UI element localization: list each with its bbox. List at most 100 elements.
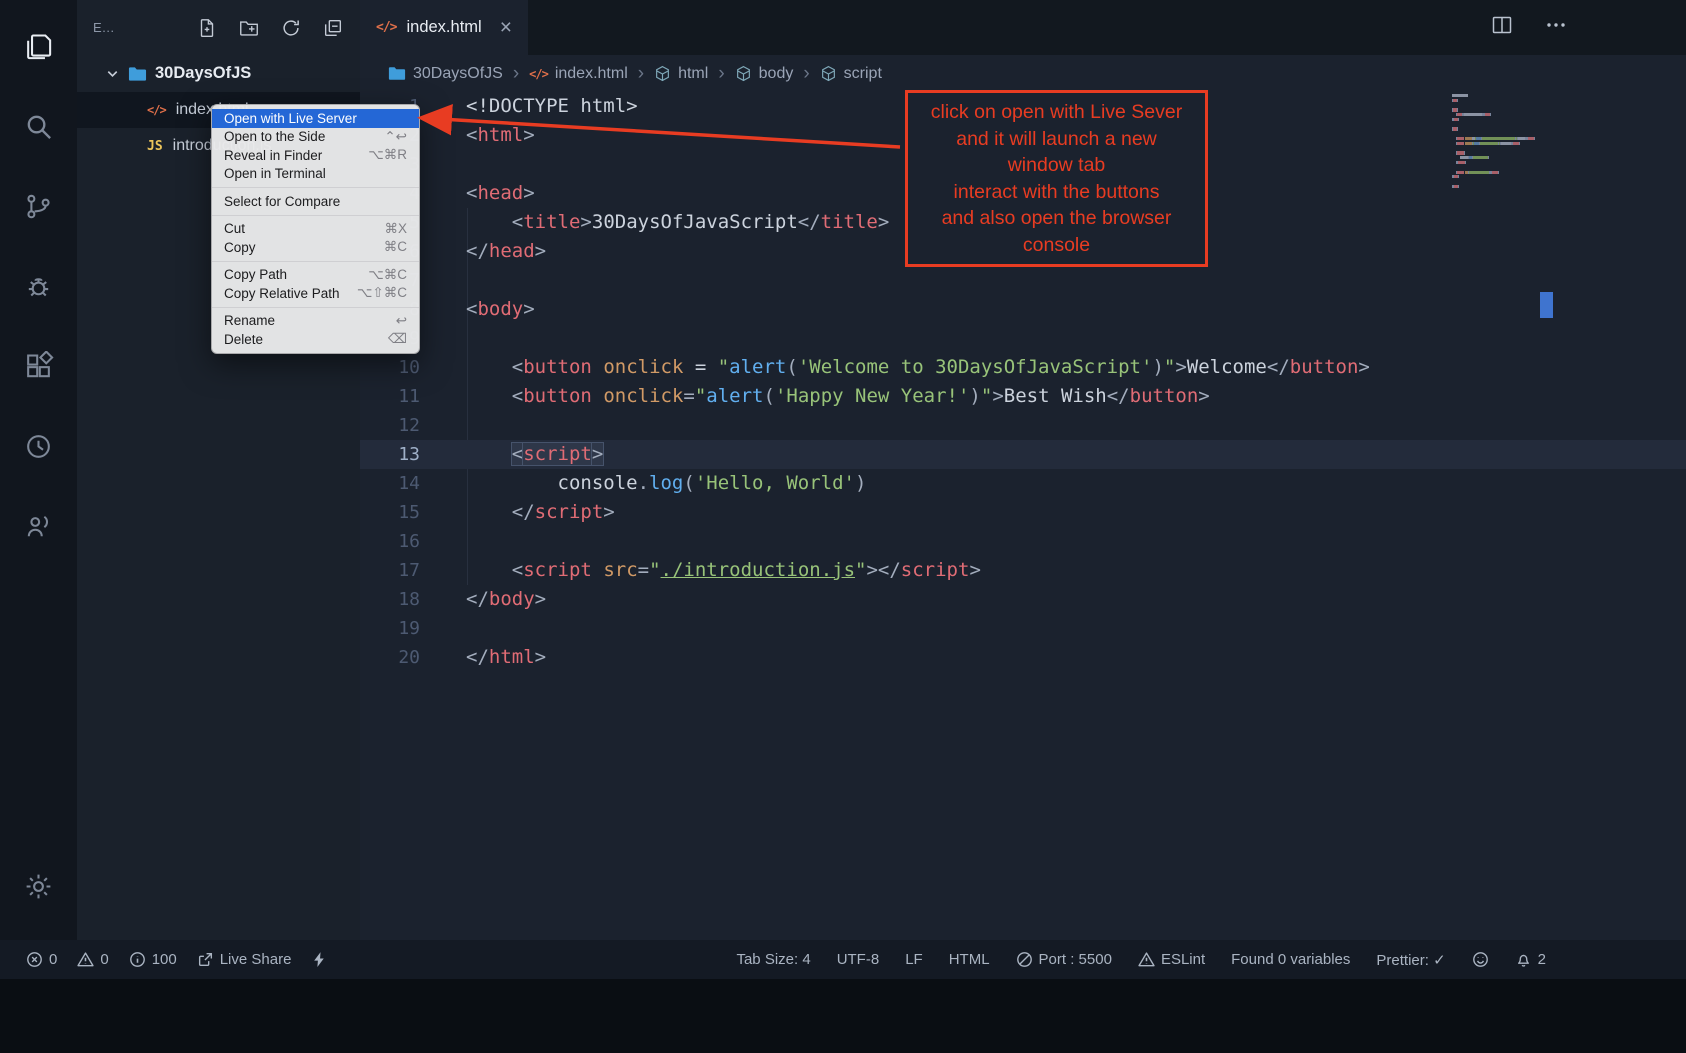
editor-actions	[1490, 13, 1568, 37]
breadcrumb-item-30daysofjs[interactable]: 30DaysOfJS	[388, 65, 503, 83]
breadcrumb-label: 30DaysOfJS	[413, 65, 503, 83]
breadcrumb-item-index-html[interactable]: </>index.html	[529, 65, 628, 83]
minimap[interactable]	[1452, 94, 1544, 190]
code-line-14[interactable]: 14 console.log('Hello, World')	[360, 469, 1686, 498]
code-line-7[interactable]: 7	[360, 266, 1686, 295]
breadcrumb-separator: ›	[513, 63, 519, 85]
status-found-0-variables[interactable]: Found 0 variables	[1231, 951, 1350, 968]
code-line-8[interactable]: 8<body>	[360, 295, 1686, 324]
status-label: 0	[100, 951, 108, 968]
code-line-19[interactable]: 19	[360, 614, 1686, 643]
code-line-9[interactable]: 9	[360, 324, 1686, 353]
code-line-12[interactable]: 12	[360, 411, 1686, 440]
status-tab-size-4[interactable]: Tab Size: 4	[736, 951, 810, 968]
annotation-line: console	[912, 232, 1201, 259]
breadcrumb-label: index.html	[555, 65, 628, 83]
collapse-all-icon[interactable]	[322, 17, 344, 39]
annotation-line: click on open with Live Sever	[912, 99, 1201, 126]
menu-item-copy-relative-path[interactable]: Copy Relative Path⌥⇧⌘C	[212, 284, 419, 303]
menu-item-rename[interactable]: Rename↩	[212, 312, 419, 331]
code-line-17[interactable]: 17 <script src="./introduction.js"></scr…	[360, 556, 1686, 585]
status-smiley[interactable]	[1472, 951, 1489, 968]
breadcrumb-item-html[interactable]: html	[654, 65, 708, 83]
status-label: Prettier: ✓	[1376, 951, 1445, 969]
annotation-line: window tab	[912, 152, 1201, 179]
run-debug-icon	[23, 271, 54, 302]
tab-bar: </> index.html ×	[360, 0, 1686, 55]
split-editor-icon[interactable]	[1490, 13, 1514, 37]
activity-settings-button[interactable]	[0, 846, 77, 926]
menu-separator	[212, 261, 419, 262]
activity-extensions-button[interactable]	[0, 326, 77, 406]
activity-live-share-button[interactable]	[0, 486, 77, 566]
code-line-18[interactable]: 18</body>	[360, 585, 1686, 614]
source-control-icon	[23, 191, 54, 222]
explorer-actions	[196, 17, 344, 39]
menu-item-shortcut: ⌃↩	[384, 129, 407, 145]
line-number: 10	[360, 353, 420, 382]
status-eslint[interactable]: ESLint	[1138, 951, 1205, 968]
menu-item-reveal-in-finder[interactable]: Reveal in Finder⌥⌘R	[212, 146, 419, 165]
menu-item-shortcut: ⌥⌘C	[368, 267, 407, 283]
line-content: <html>	[420, 121, 535, 150]
menu-item-select-for-compare[interactable]: Select for Compare	[212, 192, 419, 211]
breadcrumb-label: script	[844, 65, 882, 83]
code-line-13[interactable]: 13 <script>	[360, 440, 1686, 469]
status-utf-8[interactable]: UTF-8	[837, 951, 880, 968]
menu-item-copy[interactable]: Copy⌘C	[212, 238, 419, 257]
line-content	[420, 411, 466, 440]
menu-item-open-to-the-side[interactable]: Open to the Side⌃↩	[212, 128, 419, 147]
status-100[interactable]: 100	[129, 951, 177, 968]
menu-item-open-in-terminal[interactable]: Open in Terminal	[212, 165, 419, 184]
activity-search-button[interactable]	[0, 86, 77, 166]
breadcrumb-separator: ›	[638, 63, 644, 85]
status-0[interactable]: 0	[26, 951, 57, 968]
tab-index-html[interactable]: </> index.html ×	[360, 0, 528, 55]
folder-icon	[388, 66, 406, 81]
minimap-line	[1452, 166, 1544, 169]
annotation-box: click on open with Live Severand it will…	[905, 90, 1208, 267]
status-live-share[interactable]: Live Share	[197, 951, 292, 968]
code-line-11[interactable]: 11 <button onclick="alert('Happy New Yea…	[360, 382, 1686, 411]
menu-item-delete[interactable]: Delete⌫	[212, 330, 419, 349]
annotation-line: and also open the browser	[912, 205, 1201, 232]
live-share-icon	[23, 511, 54, 542]
activity-explorer-button[interactable]	[0, 6, 77, 86]
breadcrumb-item-script[interactable]: script	[820, 65, 882, 83]
breadcrumb-item-body[interactable]: body	[735, 65, 794, 83]
menu-item-copy-path[interactable]: Copy Path⌥⌘C	[212, 266, 419, 285]
tab-close-icon[interactable]: ×	[500, 17, 512, 38]
more-actions-icon[interactable]	[1544, 13, 1568, 37]
status-0[interactable]: 0	[77, 951, 108, 968]
status-label: 2	[1538, 951, 1546, 968]
breadcrumb-separator: ›	[718, 63, 724, 85]
new-file-icon[interactable]	[196, 17, 218, 39]
status-bar: 0 0 100 Live Share Tab Size: 4 UTF-8 LF HTML Po…	[0, 940, 1686, 979]
status-lf[interactable]: LF	[905, 951, 923, 968]
code-line-16[interactable]: 16	[360, 527, 1686, 556]
code-line-10[interactable]: 10 <button onclick = "alert('Welcome to …	[360, 353, 1686, 382]
status-port-5500[interactable]: Port : 5500	[1016, 951, 1112, 968]
minimap-line	[1452, 147, 1544, 150]
code-line-15[interactable]: 15 </script>	[360, 498, 1686, 527]
scrollbar-marker	[1540, 292, 1553, 318]
line-content: </head>	[420, 237, 546, 266]
menu-item-shortcut: ⌥⌘R	[368, 147, 407, 163]
status-html[interactable]: HTML	[949, 951, 990, 968]
menu-item-label: Delete	[224, 332, 263, 347]
menu-item-shortcut: ⌥⇧⌘C	[357, 285, 407, 301]
folder-row-30daysofjs[interactable]: 30DaysOfJS	[77, 55, 360, 92]
settings-icon	[23, 871, 54, 902]
status-bolt[interactable]	[311, 951, 328, 968]
status-2[interactable]: 2	[1515, 951, 1546, 968]
activity-history-button[interactable]	[0, 406, 77, 486]
activity-source-control-button[interactable]	[0, 166, 77, 246]
menu-item-shortcut: ⌘C	[384, 239, 407, 255]
menu-item-cut[interactable]: Cut⌘X	[212, 220, 419, 239]
activity-run-debug-button[interactable]	[0, 246, 77, 326]
status-prettier[interactable]: Prettier: ✓	[1376, 951, 1445, 969]
new-folder-icon[interactable]	[238, 17, 260, 39]
menu-item-open-with-live-server[interactable]: Open with Live Server	[212, 109, 419, 128]
code-line-20[interactable]: 20</html>	[360, 643, 1686, 672]
refresh-icon[interactable]	[280, 17, 302, 39]
